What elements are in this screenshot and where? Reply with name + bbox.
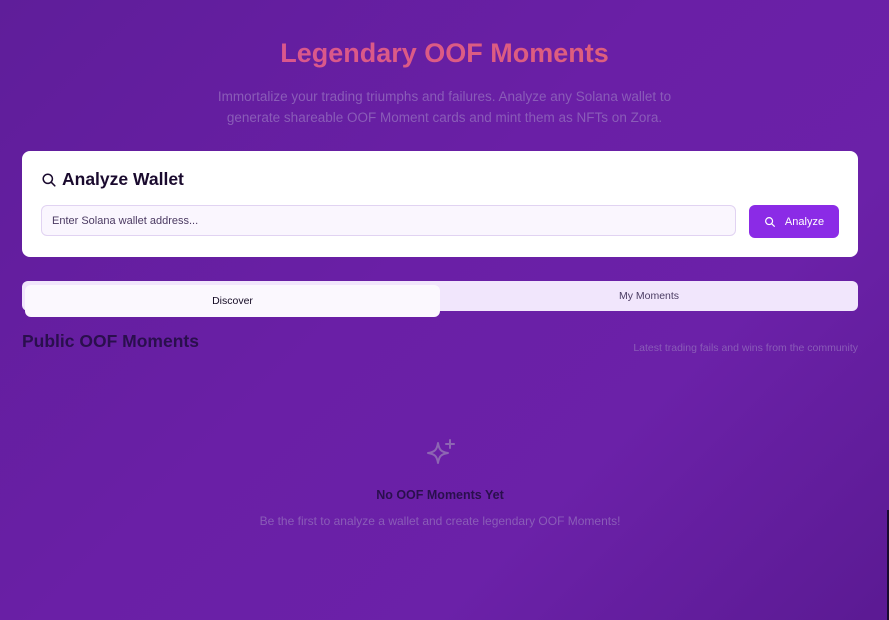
tab-my-moments[interactable]: My Moments: [440, 281, 858, 311]
page-subtitle-line-1: Immortalize your trading triumphs and fa…: [217, 89, 672, 104]
page-title: Legendary OOF Moments: [0, 38, 889, 69]
wallet-address-input[interactable]: [41, 205, 736, 236]
search-icon: [764, 216, 776, 228]
search-icon: [41, 172, 57, 188]
moments-tabs: Discover My Moments: [22, 281, 858, 317]
analyze-wallet-title: Analyze Wallet: [62, 169, 184, 189]
page-subtitle: Immortalize your trading triumphs and fa…: [0, 86, 889, 128]
section-subtitle: Latest trading fails and wins from the c…: [633, 342, 858, 354]
empty-state-title: No OOF Moments Yet: [376, 488, 504, 502]
sparkles-icon: [422, 437, 458, 473]
empty-state-subtitle: Be the first to analyze a wallet and cre…: [259, 514, 621, 528]
analyze-wallet-header: Analyze Wallet: [41, 169, 184, 190]
page-subtitle-line-2: generate shareable OOF Moment cards and …: [226, 110, 663, 125]
analyze-button-label: Analyze: [784, 215, 825, 228]
analyze-button[interactable]: Analyze: [749, 205, 839, 238]
tab-discover[interactable]: Discover: [25, 285, 440, 317]
analyze-wallet-card: Analyze Wallet Analyze: [22, 151, 858, 257]
section-title: Public OOF Moments: [22, 331, 199, 351]
